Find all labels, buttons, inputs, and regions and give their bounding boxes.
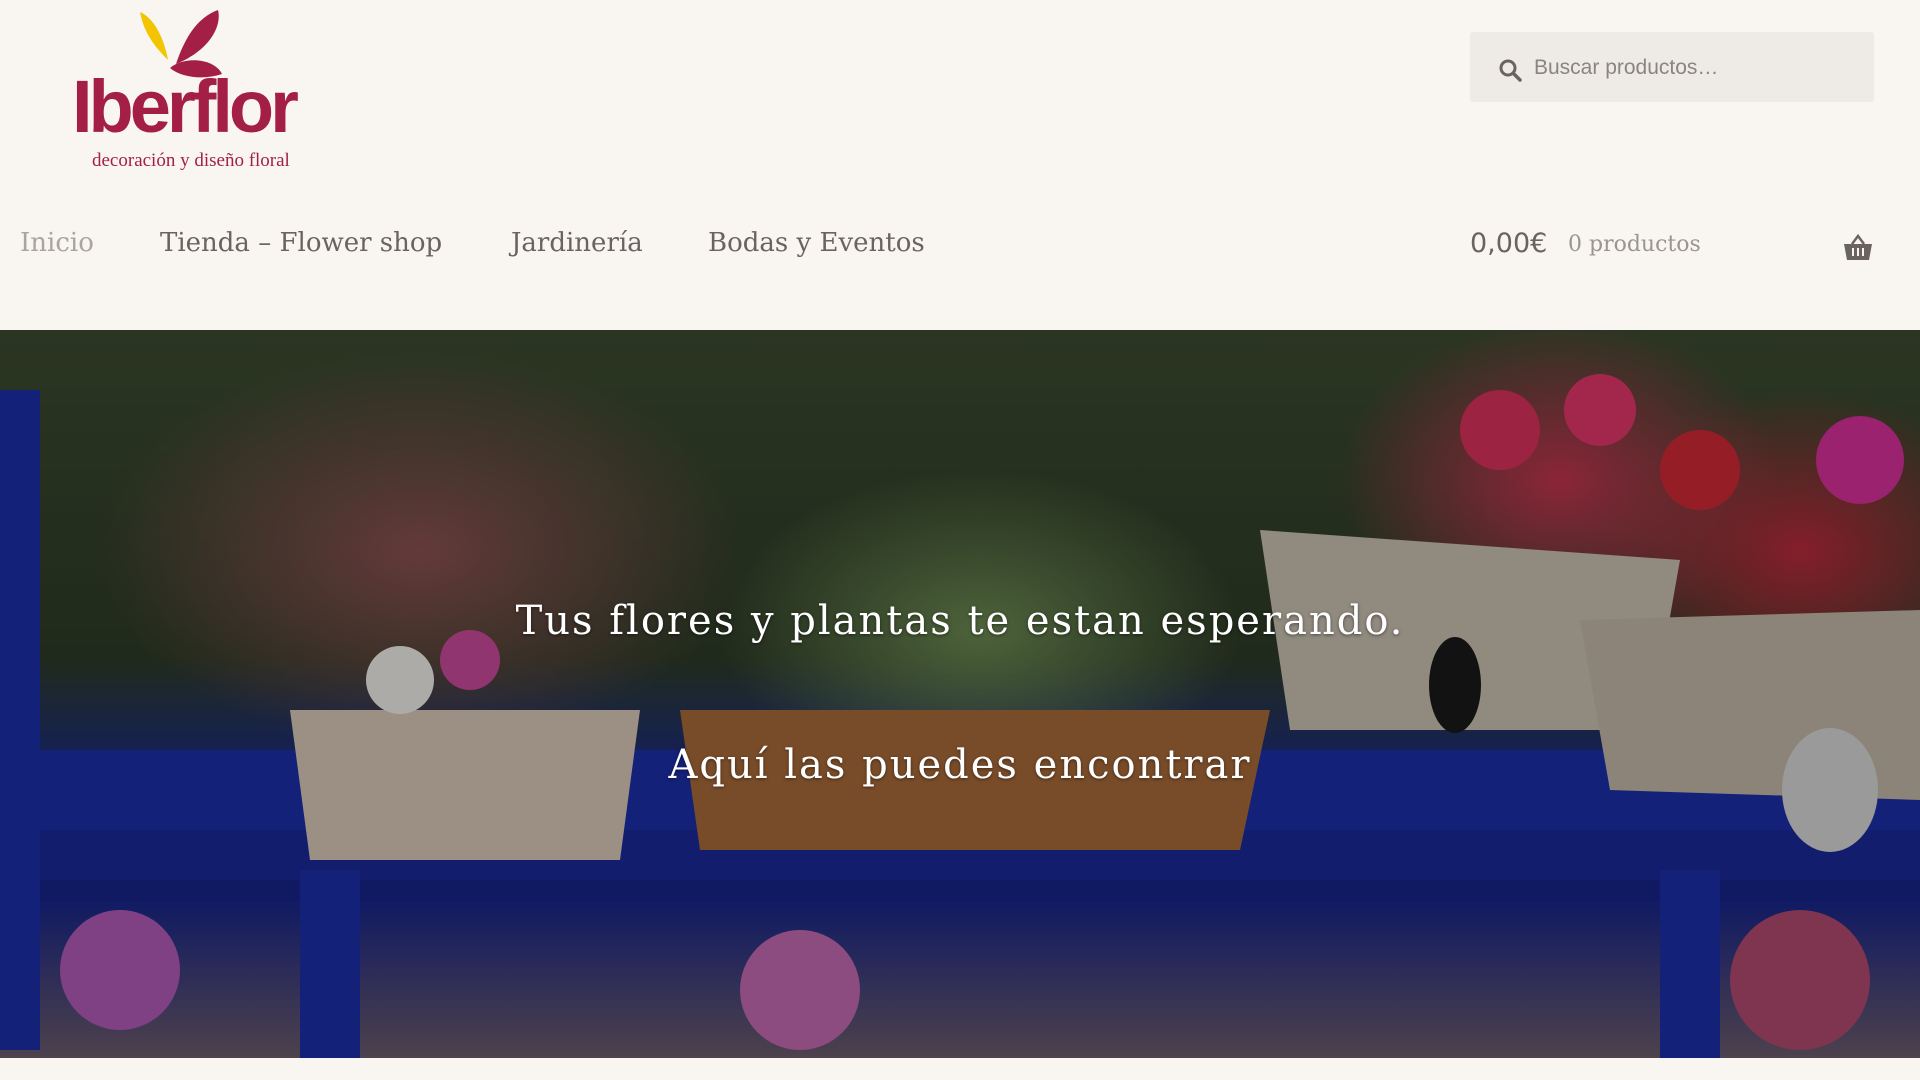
- hero-banner: Tus flores y plantas te estan esperando.…: [0, 330, 1920, 1058]
- nav-item-bodas-eventos[interactable]: Bodas y Eventos: [708, 228, 925, 258]
- nav-item-tienda[interactable]: Tienda – Flower shop: [160, 228, 442, 258]
- logo-wordmark: Iberflor: [72, 65, 299, 148]
- hero-heading: Tus flores y plantas te estan esperando.: [515, 598, 1405, 644]
- basket-icon[interactable]: [1842, 233, 1874, 266]
- hero-subheading: Aquí las puedes encontrar: [668, 742, 1252, 788]
- hero-overlay: [0, 330, 1920, 1058]
- nav-item-inicio[interactable]: Inicio: [20, 228, 94, 258]
- product-search: [1470, 32, 1874, 104]
- nav-item-jardineria[interactable]: Jardinería: [511, 228, 643, 258]
- cart-amount: 0,00€: [1470, 228, 1548, 259]
- site-logo[interactable]: Iberflor decoración y diseño floral: [72, 4, 332, 174]
- cart-count: 0 productos: [1568, 232, 1701, 257]
- search-icon[interactable]: [1498, 58, 1522, 86]
- search-input[interactable]: [1532, 32, 1866, 104]
- header-cart[interactable]: 0,00€ 0 productos: [1470, 228, 1874, 268]
- logo-tagline: decoración y diseño floral: [92, 150, 290, 171]
